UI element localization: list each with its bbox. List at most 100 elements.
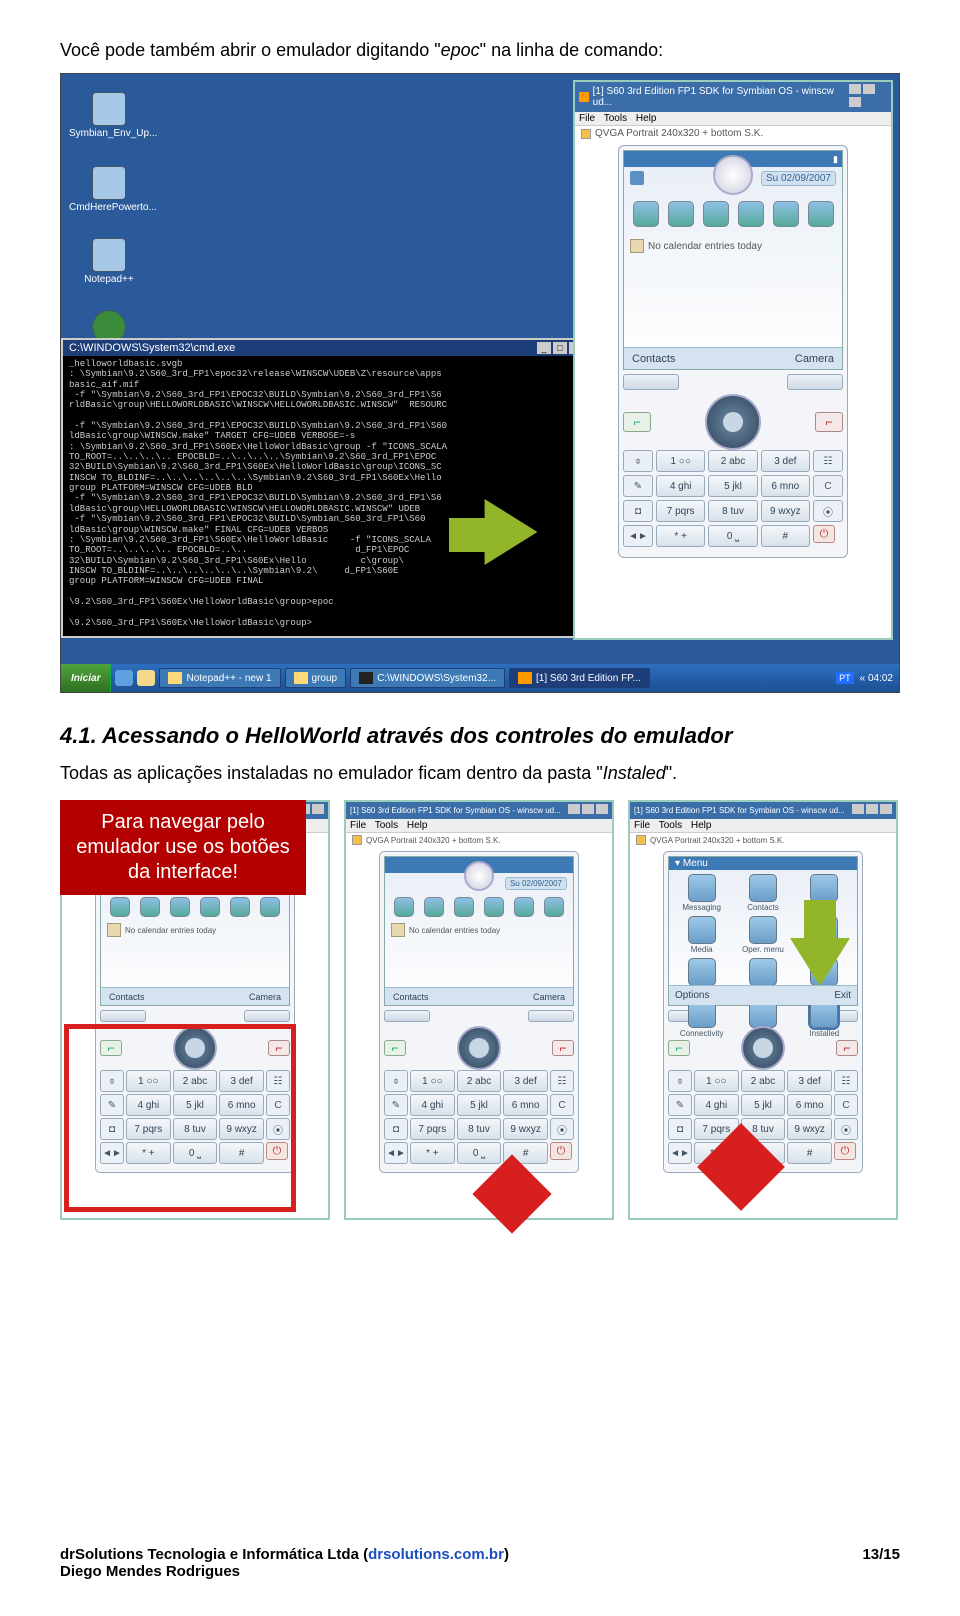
- folder-icon: [92, 92, 126, 126]
- desktop-icon-label: Symbian_Env_Up...: [69, 128, 157, 139]
- key-star: * +: [656, 525, 705, 547]
- app-shortcut-row: [628, 201, 838, 227]
- softkey-right: Camera: [795, 353, 834, 365]
- softkey-button-right: [787, 374, 843, 390]
- emulator-menubar: File Tools Help: [575, 112, 891, 126]
- window-controls: [847, 84, 888, 110]
- emulator-titlebar: [1] S60 3rd Edition FP1 SDK for Symbian …: [575, 82, 891, 112]
- desktop-icon-label: Notepad++: [84, 274, 134, 285]
- key-6: 6 mno: [761, 475, 810, 497]
- green-arrow-down-icon: [790, 938, 850, 986]
- desktop-icon-label: CmdHerePowerto...: [69, 202, 157, 213]
- phone-softkeys: Contacts Camera: [624, 347, 842, 369]
- app-shortcut-icon: [633, 201, 659, 227]
- key-7: 7 pqrs: [656, 500, 705, 522]
- start-button: Iniciar: [61, 664, 111, 692]
- calendar-icon: [630, 239, 644, 253]
- key-hash: #: [761, 525, 810, 547]
- windows-taskbar: Iniciar Notepad++ - new 1 group C:\WINDO…: [61, 664, 899, 692]
- side-button: ⦿: [813, 500, 843, 522]
- cmd-output: _helloworldbasic.svgb : \Symbian\9.2\S60…: [63, 356, 589, 631]
- menu-header: ▾ Menu: [669, 857, 857, 870]
- intro-after: " na linha de comando:: [480, 40, 664, 60]
- emulator-window-small: [1] S60 3rd Edition FP1 SDK for Symbian …: [344, 800, 614, 1220]
- app-icon: [518, 672, 532, 684]
- emulator-window: [1] S60 3rd Edition FP1 SDK for Symbian …: [573, 80, 893, 640]
- key-9: 9 wxyz: [761, 500, 810, 522]
- soft-buttons: [623, 374, 843, 390]
- app-icon: [92, 238, 126, 272]
- keypad: ⌽ 1 ○○ 2 abc 3 def ☷ ✎ 4 ghi 5 jkl 6 mno…: [623, 450, 843, 547]
- app-shortcut-icon: [110, 897, 130, 917]
- softkey-left: Contacts: [632, 353, 675, 365]
- emulator-title-text: [1] S60 3rd Edition FP1 SDK for Symbian …: [593, 86, 847, 108]
- emulator-col-2: [1] S60 3rd Edition FP1 SDK for Symbian …: [344, 800, 614, 1220]
- footer-author: Diego Mendes Rodrigues: [60, 1563, 240, 1580]
- no-calendar-text: No calendar entries today: [630, 239, 762, 253]
- menu-app-icon: [688, 874, 716, 902]
- phone-keypad-area: ⌐ ⌐ ⌽ 1 ○○ 2 abc 3 def ☷ ✎ 4 ghi 5 jkl: [623, 374, 843, 547]
- clock: « 04:02: [860, 673, 893, 684]
- language-indicator: PT: [836, 672, 854, 684]
- phone-screen: ▮ Su 02/09/2007 No calendar entries toda…: [623, 150, 843, 370]
- dpad: [705, 394, 761, 450]
- key-8: 8 tuv: [708, 500, 757, 522]
- battery-icon: ▮: [833, 154, 838, 165]
- intro-before: Você pode também abrir o emulador digita…: [60, 40, 441, 60]
- cmd-title-text: C:\WINDOWS\System32\cmd.exe: [69, 342, 235, 354]
- desktop-icon: Symbian_Env_Up...: [69, 92, 149, 139]
- app-shortcut-icon: [808, 201, 834, 227]
- menu-softkeys: OptionsExit: [669, 985, 857, 1005]
- app-shortcut-row: [105, 897, 285, 917]
- emulator-col-1: [1] S60 3rd Edition FP1 SDK for Symbian …: [60, 800, 330, 1220]
- phone-frame: ▮ Su 02/09/2007 No calendar entries toda…: [618, 145, 848, 558]
- key-1: 1 ○○: [656, 450, 705, 472]
- phone-date: Su 02/09/2007: [761, 171, 836, 186]
- key-5: 5 jkl: [708, 475, 757, 497]
- page-number: 13/15: [862, 1546, 900, 1580]
- key-2: 2 abc: [708, 450, 757, 472]
- app-shortcut-icon: [773, 201, 799, 227]
- page-footer: drSolutions Tecnologia e Informática Ltd…: [60, 1546, 900, 1580]
- side-button: ✎: [623, 475, 653, 497]
- end-button: ⌐: [815, 412, 843, 432]
- emulator-info: QVGA Portrait 240x320 + bottom S.K.: [575, 126, 891, 145]
- power-button: ⏻: [813, 525, 835, 543]
- cmd-titlebar: C:\WINDOWS\System32\cmd.exe _□×: [63, 340, 589, 356]
- app-shortcut-icon: [703, 201, 729, 227]
- softkey-button-left: [623, 374, 679, 390]
- footer-left: drSolutions Tecnologia e Informática Ltd…: [60, 1546, 509, 1580]
- green-arrow-tail: [804, 900, 836, 940]
- desktop-icon: Notepad++: [69, 238, 149, 285]
- call-button: ⌐: [623, 412, 651, 432]
- clock-icon: [464, 861, 494, 891]
- emulator-info-text: QVGA Portrait 240x320 + bottom S.K.: [595, 128, 763, 139]
- no-calendar-text: No calendar entries today: [107, 923, 216, 937]
- intro-cmd: epoc: [441, 40, 480, 60]
- quick-launch-icon: [137, 670, 155, 686]
- side-button: ⌽: [623, 450, 653, 472]
- green-arrow-icon: [485, 499, 538, 565]
- side-button: ◘: [623, 500, 653, 522]
- emulator-col-3: [1] S60 3rd Edition FP1 SDK for Symbian …: [628, 800, 898, 1220]
- key-3: 3 def: [761, 450, 810, 472]
- cmd-window: C:\WINDOWS\System32\cmd.exe _□× _hellowo…: [61, 338, 591, 638]
- section-heading: 4.1. Acessando o HelloWorld através dos …: [60, 723, 900, 749]
- side-button: ☷: [813, 450, 843, 472]
- screenshot-desktop: Symbian_Env_Up... CmdHerePowerto... Note…: [60, 73, 900, 693]
- intro-line: Você pode também abrir o emulador digita…: [60, 40, 900, 61]
- display-icon: [581, 129, 591, 139]
- signal-icon: [630, 171, 644, 185]
- callout-box: Para navegar pelo emulador use os botões…: [60, 800, 306, 895]
- folder-icon: [294, 672, 308, 684]
- phone-softkeys: ContactsCamera: [101, 987, 289, 1005]
- cmd-icon: [359, 672, 373, 684]
- phone-frame: Su 02/09/2007 No calendar entries today …: [379, 851, 579, 1173]
- taskbar-item-active: [1] S60 3rd Edition FP...: [509, 668, 650, 688]
- app-shortcut-icon: [738, 201, 764, 227]
- taskbar-item: C:\WINDOWS\System32...: [350, 668, 505, 688]
- menu-tools: Tools: [604, 113, 627, 124]
- key-4: 4 ghi: [656, 475, 705, 497]
- side-button: ◄►: [623, 525, 653, 547]
- app-icon: [579, 92, 589, 102]
